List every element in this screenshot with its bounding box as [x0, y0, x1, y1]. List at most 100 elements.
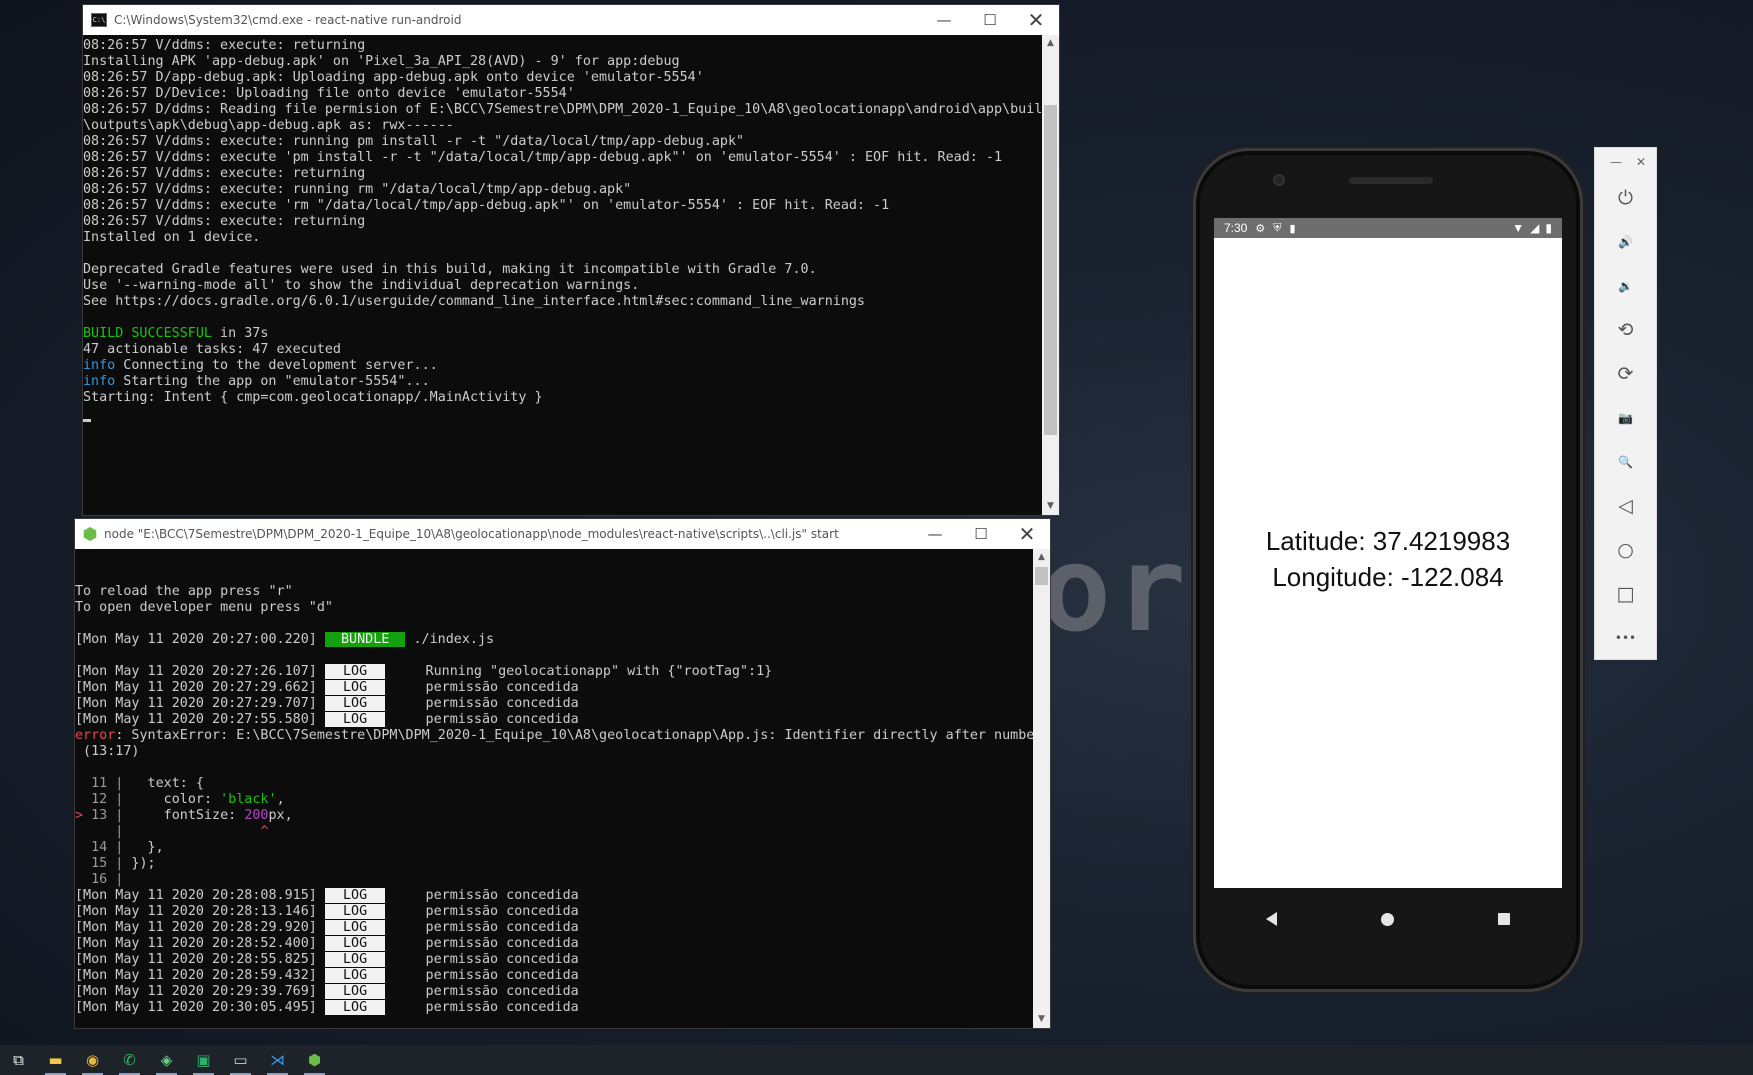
console-line: | ^ [75, 824, 1033, 840]
chrome-icon[interactable]: ◉ [74, 1045, 111, 1075]
console-line: 08:26:57 D/Device: Uploading file onto d… [83, 86, 1042, 102]
home-icon[interactable]: ○ [1595, 528, 1656, 572]
cmd-console-output[interactable]: 08:26:57 V/ddms: execute: returning Insta… [83, 35, 1042, 515]
text-cursor [83, 419, 91, 422]
console-line: [Mon May 11 2020 20:28:52.400] LOG permi… [75, 936, 1033, 952]
app-icon[interactable]: ▣ [185, 1045, 222, 1075]
cmd-titlebar[interactable]: C:\ C:\Windows\System32\cmd.exe - react-… [83, 5, 1059, 35]
console-line: [Mon May 11 2020 20:28:55.825] LOG permi… [75, 952, 1033, 968]
console-text: permissão concedida [385, 952, 579, 967]
maximize-button[interactable]: ☐ [967, 5, 1013, 35]
android-studio-icon[interactable]: ◈ [148, 1045, 185, 1075]
console-text: 08:26:57 V/ddms: execute 'pm install -r … [83, 150, 1003, 165]
console-text: 08:26:57 D/Device: Uploading file onto d… [83, 86, 575, 101]
power-icon[interactable]: ⏻ [1595, 176, 1656, 220]
camera-icon[interactable]: 📷 [1595, 396, 1656, 440]
console-text: permissão concedida [385, 888, 579, 903]
console-line: 16 | [75, 872, 1033, 888]
console-text: [Mon May 11 2020 20:27:29.662] [75, 680, 325, 695]
rotate-left-icon[interactable]: ⟲ [1595, 308, 1656, 352]
console-text: 47 actionable tasks: 47 executed [83, 342, 341, 357]
console-line: To reload the app press "r" [75, 584, 1033, 600]
scroll-thumb[interactable] [1035, 567, 1048, 585]
toolbar-minimize-button[interactable]: — [1610, 155, 1622, 169]
windows-taskbar: ⧉ ▬ ◉ ✆ ◈ ▣ ▭ ⋊ ⬢ [0, 1045, 1753, 1075]
minimize-button[interactable]: — [921, 5, 967, 35]
console-line: 08:26:57 V/ddms: execute 'pm install -r … [83, 150, 1042, 166]
log-badge: BUNDLE [324, 632, 406, 647]
node-window-title: node "E:\BCC\7Semestre\DPM\DPM_2020-1_Eq… [104, 527, 839, 541]
console-text: BUILD SUCCESSFUL [83, 326, 212, 341]
console-line: BUILD SUCCESSFUL in 37s [83, 326, 1042, 342]
scroll-down-icon[interactable]: ▼ [1033, 1011, 1050, 1028]
console-text: 08:26:57 V/ddms: execute: returning [83, 38, 366, 53]
console-text: permissão concedida [385, 920, 579, 935]
more-icon[interactable]: ••• [1595, 616, 1656, 660]
scroll-up-icon[interactable]: ▲ [1042, 35, 1059, 52]
task-view-icon[interactable]: ⧉ [0, 1045, 37, 1075]
close-button[interactable]: ✕ [1004, 519, 1050, 549]
console-line: [Mon May 11 2020 20:30:05.495] LOG permi… [75, 1000, 1033, 1016]
volume-down-icon[interactable]: 🔉 [1595, 264, 1656, 308]
scroll-thumb[interactable] [1044, 105, 1057, 435]
back-icon[interactable]: ◁ [1595, 484, 1656, 528]
console-text: [Mon May 11 2020 20:30:05.495] [75, 1000, 325, 1015]
volume-up-icon[interactable]: 🔊 [1595, 220, 1656, 264]
shield-icon: ⛨ [1273, 221, 1282, 234]
node-titlebar[interactable]: node "E:\BCC\7Semestre\DPM\DPM_2020-1_Eq… [75, 519, 1050, 549]
longitude-text: Longitude: -122.084 [1272, 562, 1504, 592]
cmd-scrollbar[interactable]: ▲ ▼ [1042, 35, 1059, 515]
console-text: text: { [123, 776, 204, 791]
console-line: 08:26:57 V/ddms: execute: running rm "/d… [83, 182, 1042, 198]
vscode-icon[interactable]: ⋊ [259, 1045, 296, 1075]
node-window[interactable]: node "E:\BCC\7Semestre\DPM\DPM_2020-1_Eq… [74, 518, 1051, 1029]
console-line: 08:26:57 V/ddms: execute: returning [83, 166, 1042, 182]
console-text: permissão concedida [385, 984, 579, 999]
console-line: 15 | }); [75, 856, 1033, 872]
overview-icon[interactable]: □ [1595, 572, 1656, 616]
console-line: 08:26:57 V/ddms: execute 'rm "/data/loca… [83, 198, 1042, 214]
nav-recents-icon[interactable] [1498, 913, 1510, 925]
console-text: \outputs\apk\debug\app-debug.apk as: rwx… [83, 118, 454, 133]
emulator-toolbar: — ✕ ⏻ 🔊 🔉 ⟲ ⟳ 📷 🔍 ◁ ○ □ ••• [1594, 147, 1657, 660]
latitude-text: Latitude: 37.4219983 [1265, 526, 1511, 556]
console-text: ^ [260, 824, 269, 839]
node-scrollbar[interactable]: ▲ ▼ [1033, 549, 1050, 1028]
console-text: [Mon May 11 2020 20:28:59.432] [75, 968, 325, 983]
node-icon[interactable]: ⬢ [296, 1045, 333, 1075]
nav-back-icon[interactable] [1266, 912, 1277, 926]
console-text: See https://docs.gradle.org/6.0.1/usergu… [83, 294, 865, 309]
console-text: permissão concedida [385, 904, 579, 919]
console-line: [Mon May 11 2020 20:27:29.707] LOG permi… [75, 696, 1033, 712]
console-text: Starting the app on "emulator-5554"... [115, 374, 430, 389]
console-line: info Connecting to the development serve… [83, 358, 1042, 374]
minimize-button[interactable]: — [912, 519, 958, 549]
zoom-icon[interactable]: 🔍 [1595, 440, 1656, 484]
console-text: 12 | [75, 792, 124, 807]
console-text: }, [123, 840, 164, 855]
nav-home-icon[interactable] [1381, 912, 1394, 926]
console-text: error [75, 728, 116, 743]
console-text: permissão concedida [385, 936, 579, 951]
console-text: info [83, 374, 116, 389]
console-text: permissão concedida [385, 680, 579, 695]
whatsapp-icon[interactable]: ✆ [111, 1045, 148, 1075]
rotate-right-icon[interactable]: ⟳ [1595, 352, 1656, 396]
cmd-icon[interactable]: ▭ [222, 1045, 259, 1075]
node-console-output[interactable]: To reload the app press "r" To open devel… [75, 549, 1033, 1028]
cmd-window[interactable]: C:\ C:\Windows\System32\cmd.exe - react-… [82, 4, 1060, 516]
settings-icon: ⚙ [1255, 222, 1266, 235]
cmd-window-icon: C:\ [91, 13, 107, 27]
file-explorer-icon[interactable]: ▬ [37, 1045, 74, 1075]
maximize-button[interactable]: ☐ [958, 519, 1004, 549]
toolbar-close-button[interactable]: ✕ [1636, 155, 1646, 169]
console-line: 47 actionable tasks: 47 executed [83, 342, 1042, 358]
scroll-down-icon[interactable]: ▼ [1042, 498, 1059, 515]
scroll-up-icon[interactable]: ▲ [1033, 549, 1050, 566]
device-screen[interactable]: 7:30 ⚙ ⛨ ▮ ▼ ◢ ▮ Latitude: 37.4219983 Lo… [1214, 218, 1562, 888]
close-button[interactable]: ✕ [1013, 5, 1059, 35]
console-line: (13:17) [75, 744, 1033, 760]
